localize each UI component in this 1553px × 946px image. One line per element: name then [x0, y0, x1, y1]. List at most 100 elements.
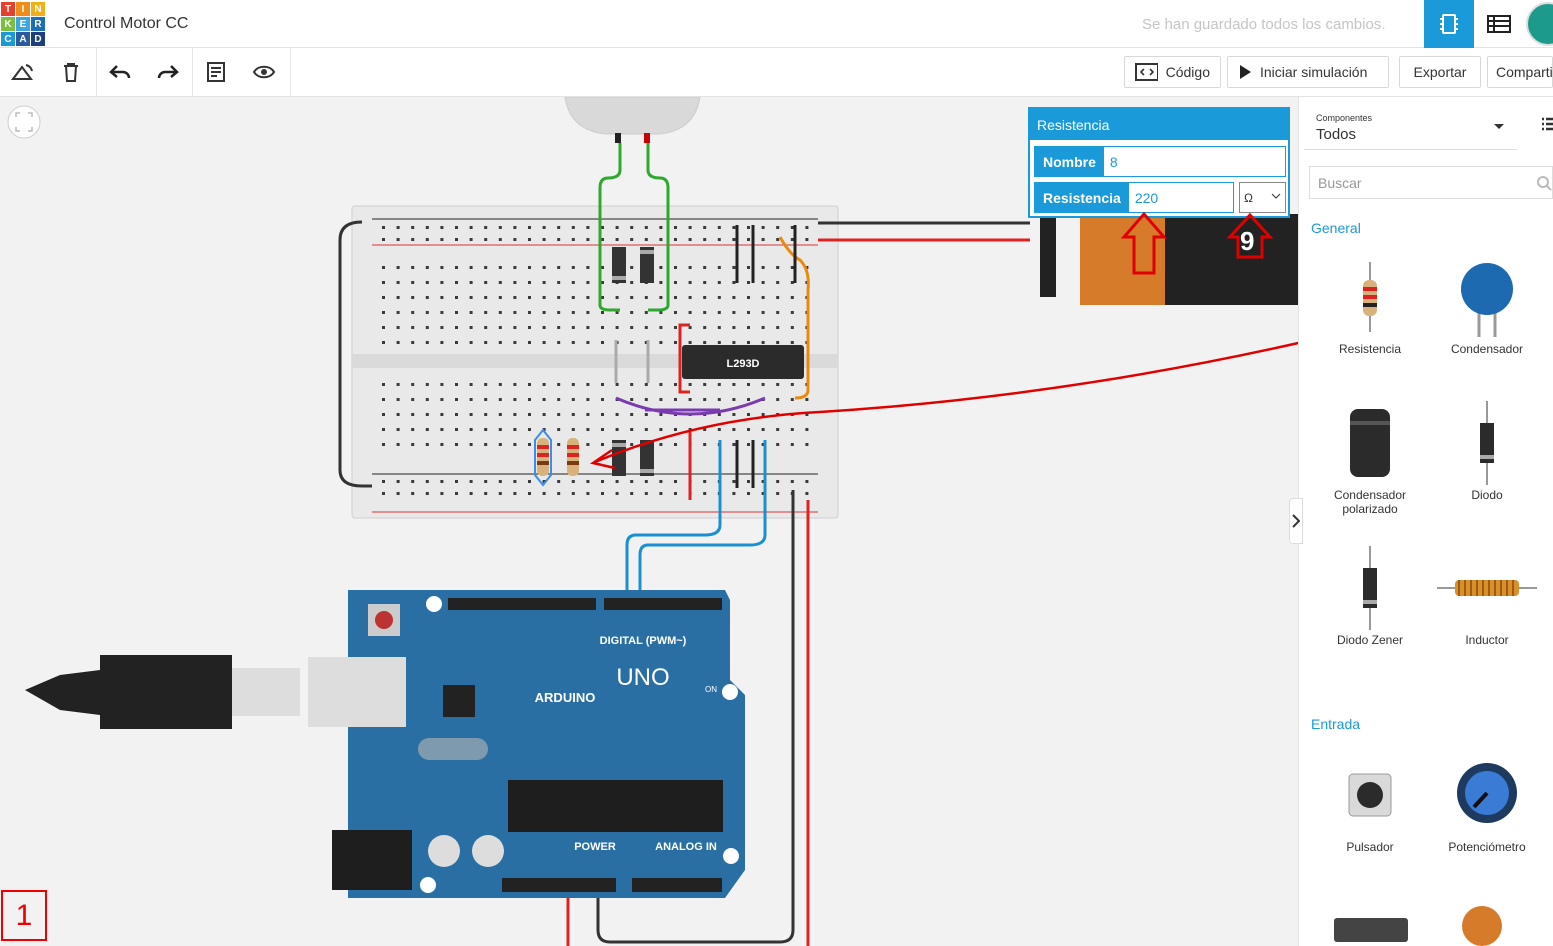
breadboard-hole[interactable]	[630, 238, 634, 241]
breadboard-hole[interactable]	[688, 226, 692, 229]
breadboard-hole[interactable]	[455, 326, 458, 329]
breadboard-hole[interactable]	[601, 428, 604, 431]
breadboard-hole[interactable]	[586, 492, 590, 495]
breadboard-hole[interactable]	[513, 281, 517, 284]
breadboard-hole[interactable]	[644, 428, 648, 431]
component-photoresistor[interactable]	[1462, 906, 1502, 946]
breadboard-hole[interactable]	[382, 296, 385, 299]
breadboard-hole[interactable]	[717, 341, 721, 344]
breadboard-hole[interactable]	[469, 428, 473, 431]
breadboard-hole[interactable]	[732, 238, 736, 241]
fit-view-button[interactable]	[7, 105, 41, 139]
breadboard-hole[interactable]	[747, 413, 750, 416]
breadboard-hole[interactable]	[411, 443, 415, 446]
notes-button[interactable]	[200, 56, 232, 88]
resistance-field-value[interactable]: 220	[1129, 183, 1164, 212]
breadboard-hole[interactable]	[571, 296, 575, 299]
breadboard-hole[interactable]	[396, 413, 400, 416]
breadboard-hole[interactable]	[732, 492, 736, 495]
breadboard-hole[interactable]	[790, 326, 794, 329]
breadboard-hole[interactable]	[440, 326, 444, 329]
breadboard-hole[interactable]	[615, 226, 619, 229]
breadboard-hole[interactable]	[717, 398, 721, 401]
breadboard-hole[interactable]	[659, 413, 663, 416]
breadboard-hole[interactable]	[425, 226, 429, 229]
breadboard-hole[interactable]	[571, 238, 575, 241]
breadboard-hole[interactable]	[586, 226, 590, 229]
breadboard-hole[interactable]	[425, 326, 429, 329]
breadboard-hole[interactable]	[425, 311, 429, 314]
breadboard-hole[interactable]	[703, 311, 707, 314]
breadboard-hole[interactable]	[805, 226, 809, 229]
breadboard-hole[interactable]	[586, 341, 590, 344]
breadboard-hole[interactable]	[484, 443, 488, 446]
breadboard-hole[interactable]	[557, 238, 561, 241]
breadboard-hole[interactable]	[528, 311, 531, 314]
breadboard-hole[interactable]	[469, 492, 473, 495]
breadboard-hole[interactable]	[732, 413, 736, 416]
breadboard-hole[interactable]	[674, 296, 677, 299]
breadboard-hole[interactable]	[674, 492, 677, 495]
breadboard-hole[interactable]	[805, 398, 809, 401]
breadboard-hole[interactable]	[469, 266, 473, 269]
breadboard-hole[interactable]	[805, 443, 809, 446]
breadboard-hole[interactable]	[790, 341, 794, 344]
breadboard-hole[interactable]	[455, 383, 458, 386]
component-pushbutton[interactable]: Pulsador	[1311, 750, 1429, 854]
breadboard-hole[interactable]	[790, 383, 794, 386]
breadboard-hole[interactable]	[455, 480, 458, 483]
breadboard-hole[interactable]	[805, 238, 809, 241]
breadboard-hole[interactable]	[513, 383, 517, 386]
breadboard-hole[interactable]	[382, 341, 385, 344]
breadboard-hole[interactable]	[513, 341, 517, 344]
breadboard-hole[interactable]	[630, 311, 634, 314]
breadboard-hole[interactable]	[484, 281, 488, 284]
breadboard-hole[interactable]	[747, 266, 750, 269]
breadboard-hole[interactable]	[747, 383, 750, 386]
l293d-chip[interactable]: L293D	[682, 345, 804, 379]
breadboard-hole[interactable]	[411, 238, 415, 241]
breadboard-hole[interactable]	[455, 398, 458, 401]
breadboard-hole[interactable]	[717, 266, 721, 269]
breadboard-hole[interactable]	[425, 296, 429, 299]
component-potentiometer[interactable]: Potenciómetro	[1428, 750, 1546, 854]
breadboard-hole[interactable]	[425, 413, 429, 416]
breadboard-hole[interactable]	[498, 428, 502, 431]
breadboard-hole[interactable]	[644, 238, 648, 241]
breadboard-hole[interactable]	[382, 413, 385, 416]
breadboard-hole[interactable]	[674, 480, 677, 483]
breadboard-hole[interactable]	[732, 341, 736, 344]
breadboard-hole[interactable]	[674, 326, 677, 329]
breadboard-hole[interactable]	[382, 443, 385, 446]
breadboard-hole[interactable]	[396, 226, 400, 229]
breadboard-hole[interactable]	[776, 443, 780, 446]
component-diode[interactable]: Diodo	[1428, 398, 1546, 502]
breadboard-hole[interactable]	[513, 238, 517, 241]
breadboard-hole[interactable]	[396, 383, 400, 386]
breadboard-hole[interactable]	[601, 383, 604, 386]
breadboard-hole[interactable]	[382, 398, 385, 401]
breadboard-hole[interactable]	[761, 281, 765, 284]
breadboard-hole[interactable]	[469, 413, 473, 416]
breadboard-hole[interactable]	[790, 428, 794, 431]
breadboard-hole[interactable]	[498, 281, 502, 284]
breadboard-hole[interactable]	[644, 311, 648, 314]
breadboard-hole[interactable]	[411, 492, 415, 495]
breadboard-hole[interactable]	[586, 238, 590, 241]
unit-select[interactable]: Ω	[1239, 182, 1286, 213]
breadboard-hole[interactable]	[586, 296, 590, 299]
breadboard-hole[interactable]	[469, 398, 473, 401]
breadboard-hole[interactable]	[630, 480, 634, 483]
breadboard-hole[interactable]	[761, 341, 765, 344]
breadboard-hole[interactable]	[440, 266, 444, 269]
tinkercad-logo[interactable]: T I N K E R C A D	[1, 2, 45, 46]
breadboard-hole[interactable]	[396, 443, 400, 446]
breadboard-hole[interactable]	[557, 296, 561, 299]
breadboard-hole[interactable]	[542, 311, 546, 314]
breadboard-hole[interactable]	[484, 226, 488, 229]
breadboard-hole[interactable]	[484, 398, 488, 401]
breadboard-hole[interactable]	[440, 281, 444, 284]
breadboard-hole[interactable]	[542, 296, 546, 299]
breadboard-hole[interactable]	[761, 326, 765, 329]
breadboard-hole[interactable]	[586, 383, 590, 386]
